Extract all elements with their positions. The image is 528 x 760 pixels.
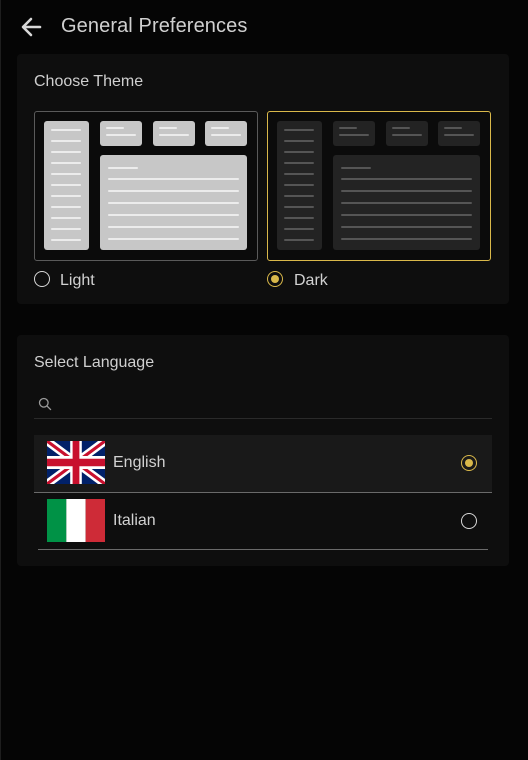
preview-sidebar: [277, 121, 322, 250]
page-title: General Preferences: [61, 15, 248, 37]
language-name: Italian: [113, 512, 156, 529]
italy-flag-icon: [47, 499, 105, 542]
theme-radio-dark[interactable]: [267, 271, 283, 287]
language-option-italian[interactable]: Italian: [34, 493, 492, 549]
preview-main: [100, 155, 247, 250]
language-name: English: [113, 454, 166, 471]
language-card: Select Language English Italian: [17, 335, 509, 566]
arrow-left-icon: [21, 17, 42, 37]
header: General Preferences: [0, 0, 528, 54]
language-option-english[interactable]: English: [34, 435, 492, 493]
back-button[interactable]: [18, 14, 46, 40]
language-search: [34, 391, 492, 419]
theme-section-label: Choose Theme: [34, 73, 144, 90]
preview-main: [333, 155, 480, 250]
preview-card: [205, 121, 247, 146]
language-section-label: Select Language: [34, 354, 155, 371]
preview-card: [100, 121, 142, 146]
theme-radio-light[interactable]: [34, 271, 50, 287]
preview-card: [386, 121, 428, 146]
language-radio-english[interactable]: [461, 455, 477, 471]
theme-option-light-label[interactable]: Light: [60, 272, 95, 290]
preview-sidebar: [44, 121, 89, 250]
window-edge: [0, 0, 1, 760]
preview-card: [438, 121, 480, 146]
theme-card: Choose Theme Light Dark: [17, 54, 509, 304]
preview-card: [333, 121, 375, 146]
divider: [38, 549, 488, 550]
language-radio-italian[interactable]: [461, 513, 477, 529]
preview-card: [153, 121, 195, 146]
theme-preview-light[interactable]: [34, 111, 258, 261]
language-search-input[interactable]: [58, 394, 482, 416]
theme-preview-dark[interactable]: [267, 111, 491, 261]
search-icon: [38, 397, 52, 411]
uk-flag-icon: [47, 441, 105, 484]
theme-option-dark-label[interactable]: Dark: [294, 272, 328, 290]
